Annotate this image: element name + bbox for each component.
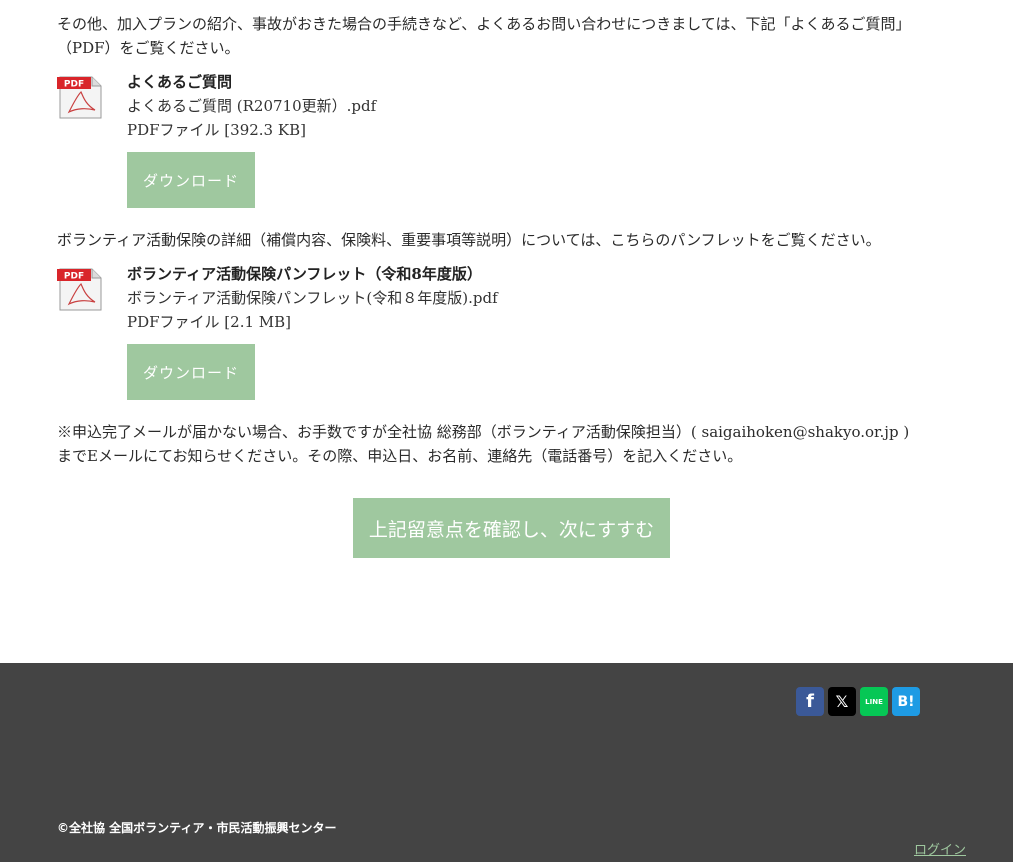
pdf-file-icon: PDF xyxy=(57,76,102,119)
facebook-icon[interactable]: f xyxy=(796,687,824,716)
faq-intro-line2: （PDF）をご覧ください。 xyxy=(57,39,240,57)
x-icon[interactable]: 𝕏 xyxy=(828,687,856,716)
email-notice-line2: までEメールにてお知らせください。その際、申込日、お名前、連絡先（電話番号）を記… xyxy=(57,447,743,465)
pdf-badge-label: PDF xyxy=(64,272,84,282)
email-notice-line1: ※申込完了メールが届かない場合、お手数ですが全社協 総務部（ボランティア活動保険… xyxy=(57,423,910,441)
hatena-bookmark-icon[interactable]: B! xyxy=(892,687,920,716)
faq-intro: その他、加入プランの紹介、事故がおきた場合の手続きなど、よくあるお問い合わせにつ… xyxy=(57,12,967,60)
download-button[interactable]: ダウンロード xyxy=(127,344,255,400)
line-icon[interactable]: LINE xyxy=(860,687,888,716)
details-text: ボランティア活動保険の詳細（補償内容、保険料、重要事項等説明）については、こちら… xyxy=(57,231,881,249)
file-title: よくあるご質問 xyxy=(127,73,233,91)
pdf-badge-label: PDF xyxy=(64,80,84,90)
file-meta: PDFファイル [392.3 KB] xyxy=(127,121,306,139)
pdf-file-icon: PDF xyxy=(57,268,102,311)
download-button[interactable]: ダウンロード xyxy=(127,152,255,208)
file-title: ボランティア活動保険パンフレット（令和8年度版） xyxy=(127,265,482,283)
faq-intro-line1: その他、加入プランの紹介、事故がおきた場合の手続きなど、よくあるお問い合わせにつ… xyxy=(57,15,911,33)
file-name: ボランティア活動保険パンフレット(令和８年度版).pdf xyxy=(127,289,498,307)
file-faq: PDF よくあるご質問 よくあるご質問 (R20710更新）.pdf PDFファ… xyxy=(57,70,967,210)
copyright-text: ©全社協 全国ボランティア・市民活動振興センター xyxy=(57,821,337,835)
confirm-next-button[interactable]: 上記留意点を確認し、次にすすむ xyxy=(353,498,670,558)
login-link[interactable]: ログイン xyxy=(914,839,966,858)
file-pamphlet: PDF ボランティア活動保険パンフレット（令和8年度版） ボランティア活動保険パ… xyxy=(57,262,967,402)
footer: f 𝕏 LINE B! ©全社協 全国ボランティア・市民活動振興センター ログイ… xyxy=(0,663,1013,862)
file-name: よくあるご質問 (R20710更新）.pdf xyxy=(127,97,377,115)
file-meta: PDFファイル [2.1 MB] xyxy=(127,313,292,331)
email-notice: ※申込完了メールが届かない場合、お手数ですが全社協 総務部（ボランティア活動保険… xyxy=(57,420,967,468)
